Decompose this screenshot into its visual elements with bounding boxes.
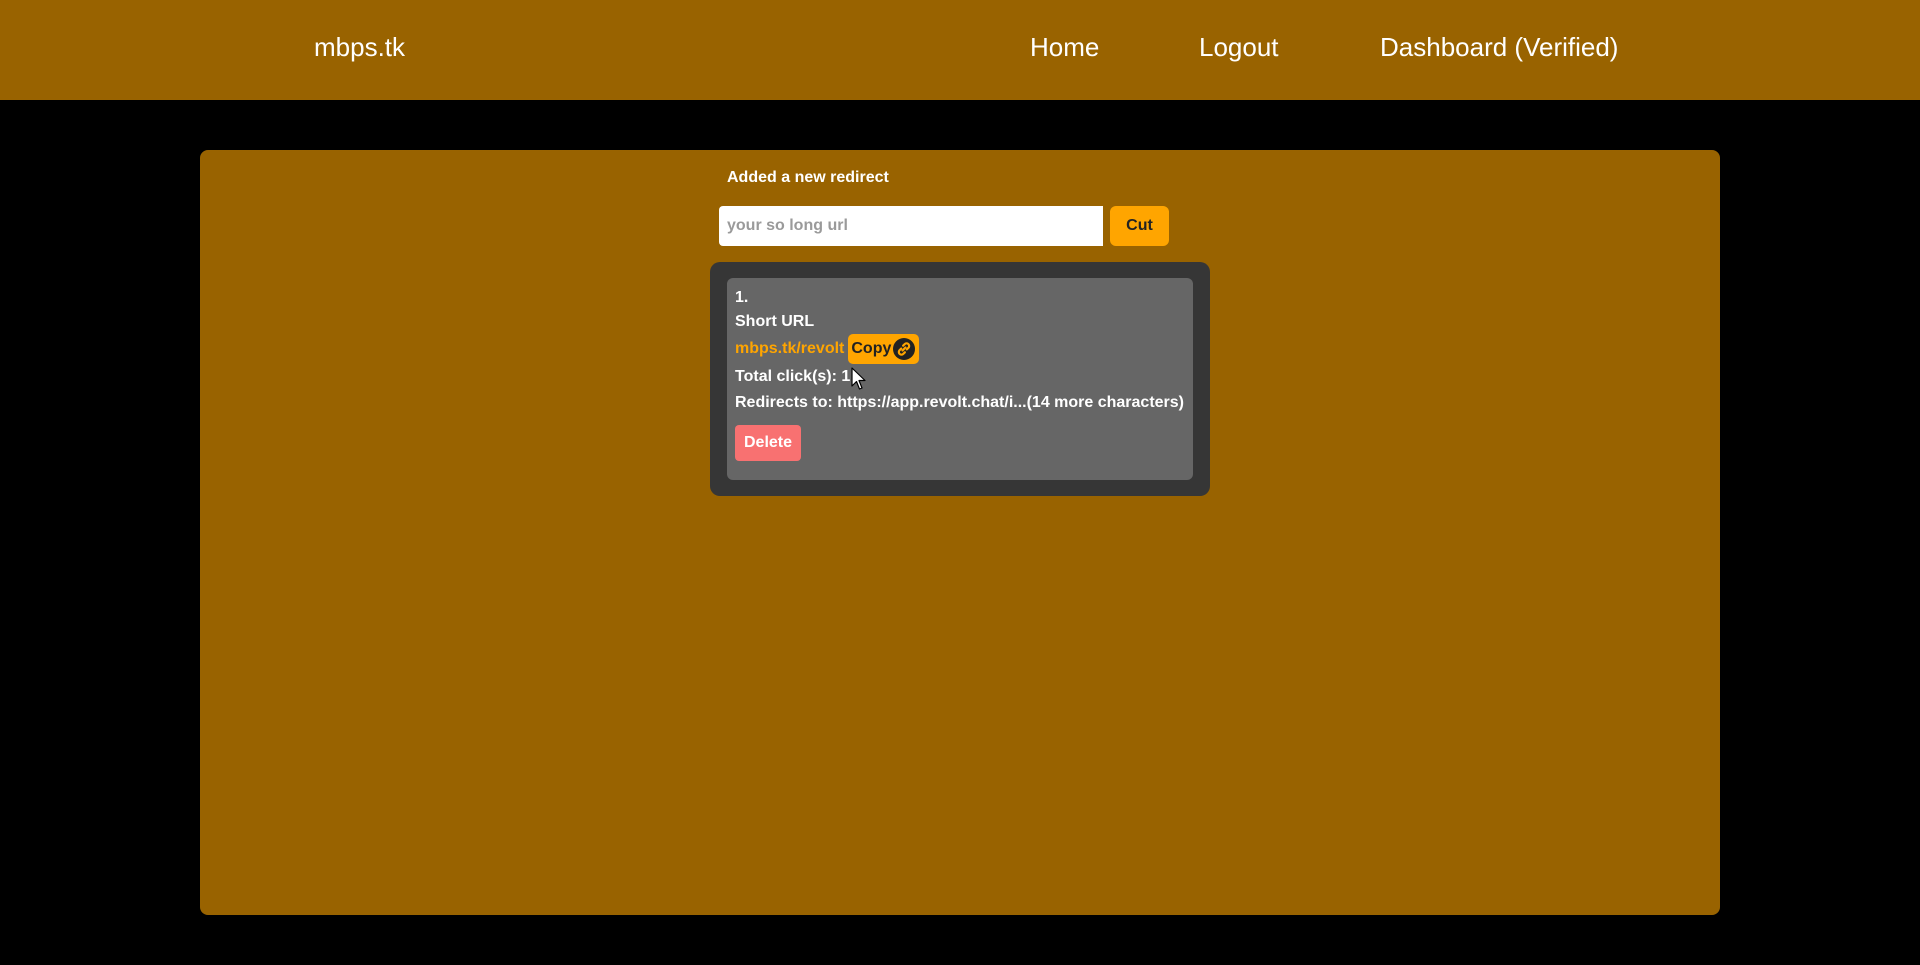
redirect-index: 1. (735, 289, 749, 306)
link-icon (893, 338, 916, 360)
top-navbar: mbps.tk Home Logout Dashboard (Verified) (0, 0, 1920, 100)
nav-dashboard-link[interactable]: Dashboard (Verified) (1380, 32, 1618, 63)
status-message: Added a new redirect (727, 169, 889, 186)
copy-button-label: Copy (851, 340, 892, 357)
short-url-label: Short URL (735, 313, 815, 330)
redirect-target: Redirects to: https://app.revolt.chat/i.… (735, 394, 1185, 411)
long-url-input[interactable] (719, 206, 1103, 246)
nav-logout-link[interactable]: Logout (1199, 32, 1279, 63)
cursor-icon (851, 367, 866, 390)
total-clicks: Total click(s): 1 (735, 368, 851, 385)
delete-button[interactable]: Delete (735, 425, 801, 461)
brand-logo-link[interactable]: mbps.tk (314, 32, 405, 63)
copy-button[interactable]: Copy (848, 334, 920, 364)
redirect-card: 1. Short URL mbps.tk/revolt Copy Total c… (727, 278, 1193, 480)
cut-button[interactable]: Cut (1110, 206, 1169, 246)
nav-home-link[interactable]: Home (1030, 32, 1099, 63)
short-url-row: mbps.tk/revolt Copy (735, 334, 920, 364)
short-url-link[interactable]: mbps.tk/revolt (735, 340, 844, 358)
